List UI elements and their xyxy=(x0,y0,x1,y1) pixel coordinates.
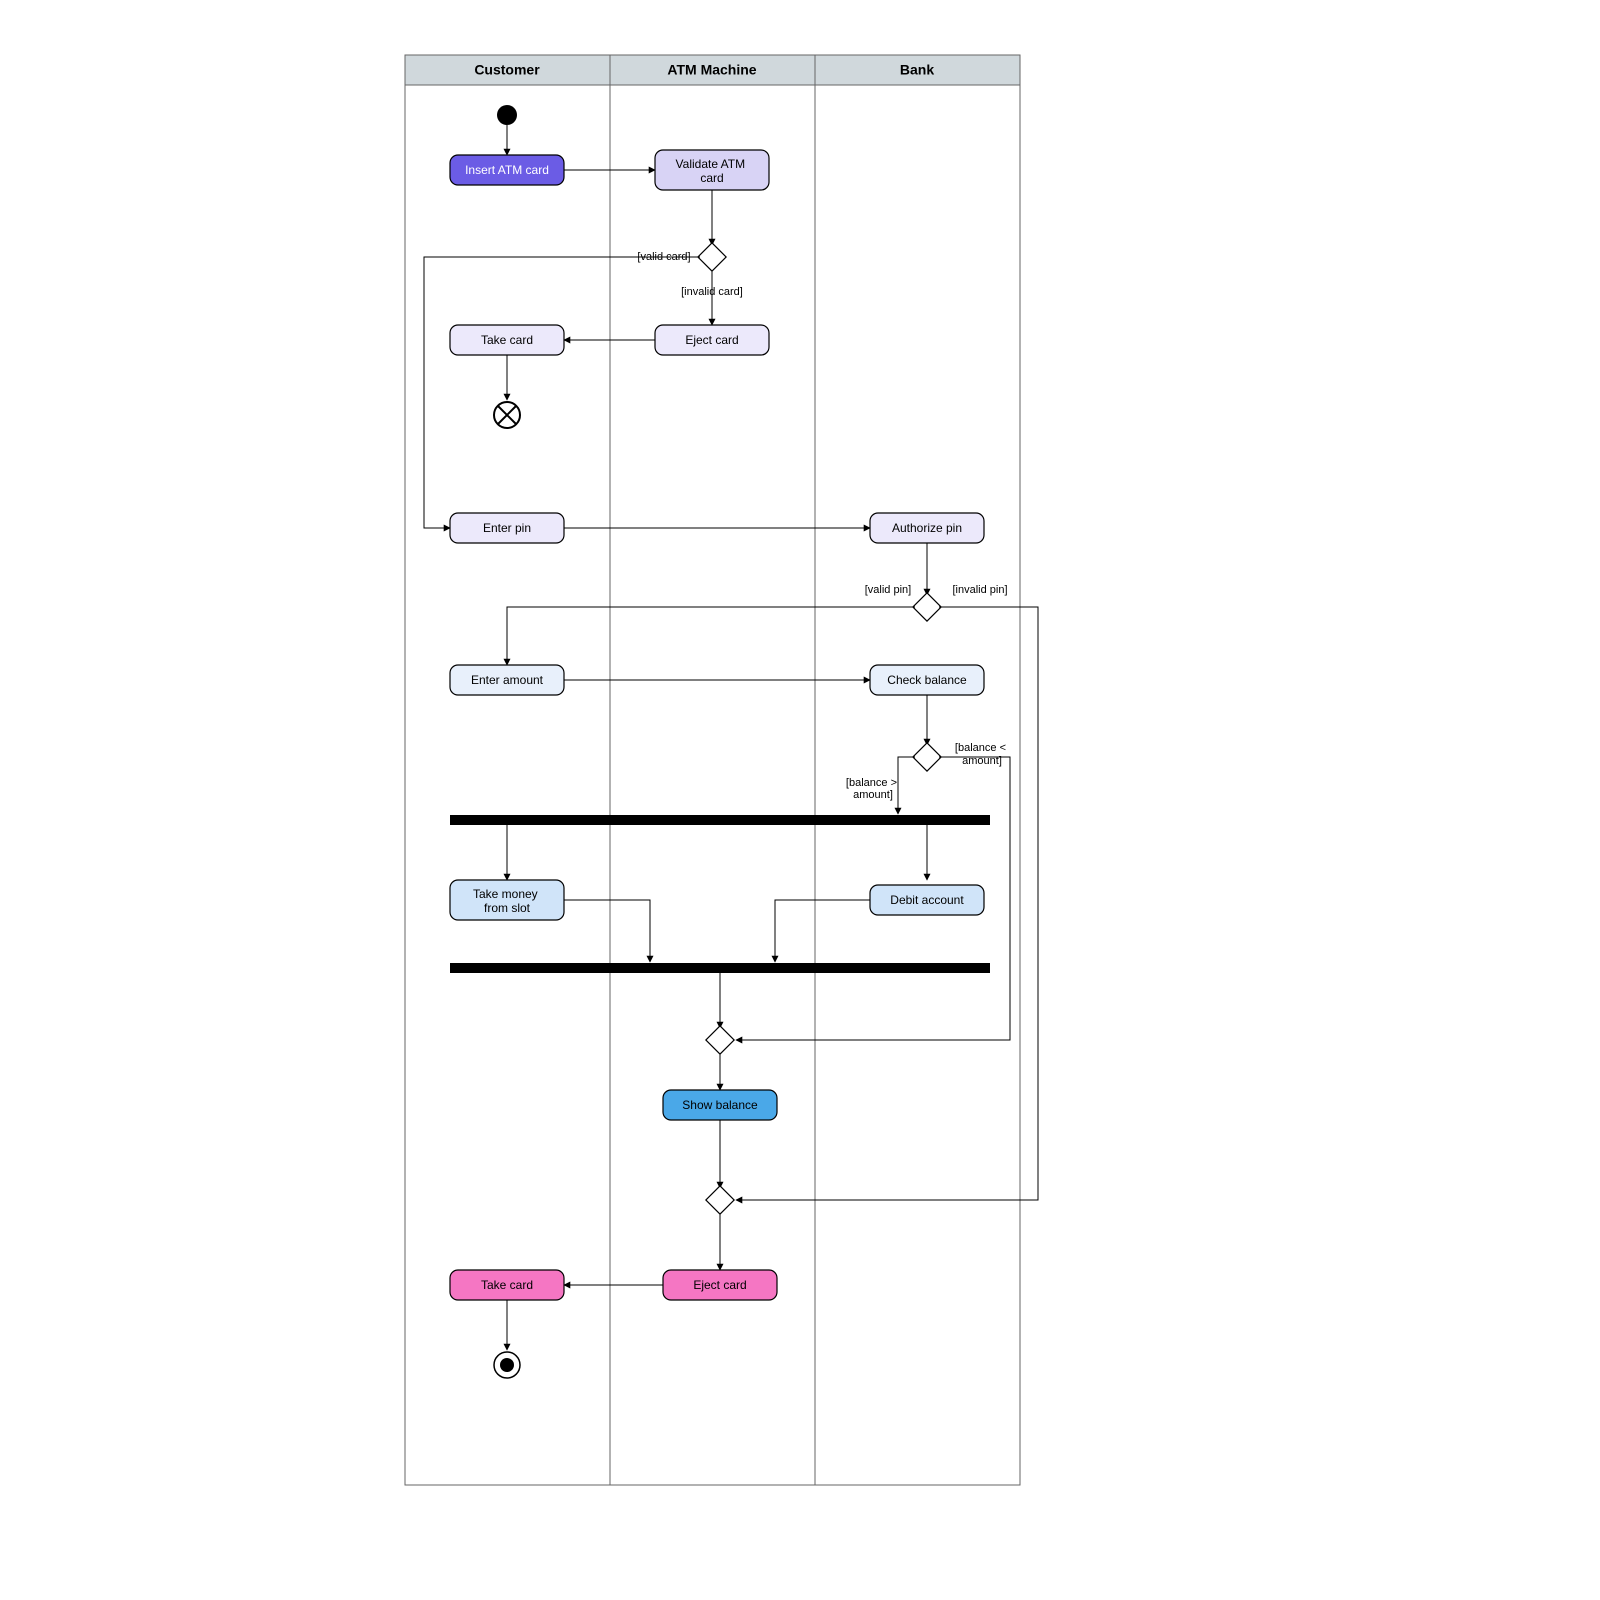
node-authorize-pin: Authorize pin xyxy=(870,513,984,543)
node-take-money: Take money from slot xyxy=(450,880,564,920)
initial-node xyxy=(497,105,517,125)
node-insert-card: Insert ATM card xyxy=(450,155,564,185)
svg-text:Enter amount: Enter amount xyxy=(471,673,544,687)
svg-text:Insert ATM card: Insert ATM card xyxy=(465,163,549,177)
svg-text:Eject card: Eject card xyxy=(685,333,738,347)
guard-valid-pin: [valid pin] xyxy=(865,584,911,596)
svg-text:Eject card: Eject card xyxy=(693,1278,746,1292)
lane-title-customer: Customer xyxy=(474,62,540,78)
node-enter-pin: Enter pin xyxy=(450,513,564,543)
node-debit-account: Debit account xyxy=(870,885,984,915)
svg-text:Debit account: Debit account xyxy=(890,893,964,907)
node-take-card-2: Take card xyxy=(450,1270,564,1300)
svg-text:Authorize pin: Authorize pin xyxy=(892,521,962,535)
node-check-balance: Check balance xyxy=(870,665,984,695)
activity-diagram: Customer ATM Machine Bank Insert ATM car… xyxy=(0,0,1600,1600)
fork-bar xyxy=(450,815,990,825)
activity-final xyxy=(494,1352,520,1378)
svg-text:Take card: Take card xyxy=(481,1278,533,1292)
node-validate-card: Validate ATM card xyxy=(655,150,769,190)
svg-text:Take card: Take card xyxy=(481,333,533,347)
guard-invalid-pin: [invalid pin] xyxy=(952,584,1007,596)
node-eject-card-1: Eject card xyxy=(655,325,769,355)
svg-text:Enter pin: Enter pin xyxy=(483,521,531,535)
guard-balance-gt: [balance > amount] xyxy=(846,777,900,801)
node-eject-card-2: Eject card xyxy=(663,1270,777,1300)
node-enter-amount: Enter amount xyxy=(450,665,564,695)
node-take-card-1: Take card xyxy=(450,325,564,355)
flow-final xyxy=(494,402,520,428)
lane-title-bank: Bank xyxy=(900,62,934,78)
lane-title-atm: ATM Machine xyxy=(667,62,756,78)
join-bar xyxy=(450,963,990,973)
node-show-balance: Show balance xyxy=(663,1090,777,1120)
svg-text:Show balance: Show balance xyxy=(682,1098,758,1112)
guard-balance-lt: [balance < amount] xyxy=(955,742,1009,767)
svg-text:Check balance: Check balance xyxy=(887,673,967,687)
